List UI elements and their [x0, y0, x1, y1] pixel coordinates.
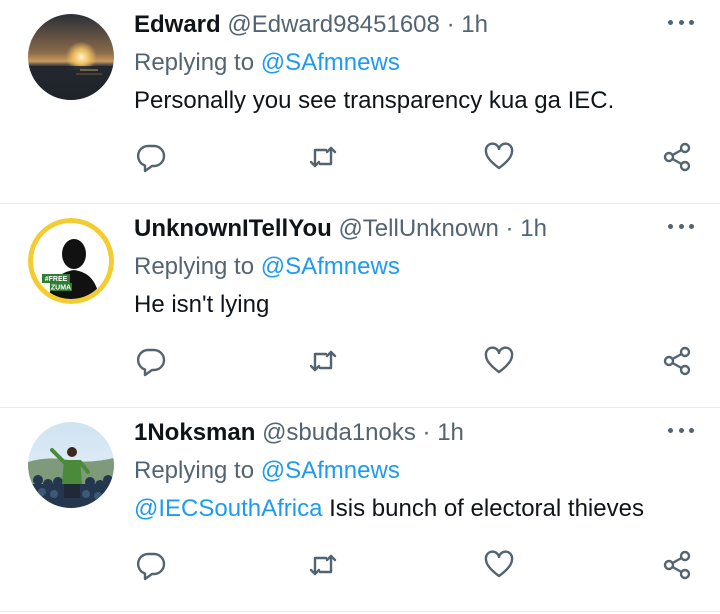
replying-to: Replying to @SAfmnews [134, 252, 700, 282]
user-handle[interactable]: @Edward98451608 [227, 11, 440, 38]
reply-bubble-icon[interactable] [134, 344, 168, 378]
text-body: Isis bunch of electoral thieves [322, 495, 644, 522]
tweet-reply-1[interactable]: Edward @Edward98451608 · 1h Replying to … [0, 0, 720, 204]
tweet-text: He isn't lying [134, 290, 700, 320]
tweet-content: UnknownITellYou @TellUnknown · 1h Replyi… [134, 214, 700, 320]
heart-icon[interactable] [482, 548, 516, 582]
separator-dot: · [422, 419, 431, 446]
retweet-icon[interactable] [306, 548, 340, 582]
tweet-text: @IECSouthAfrica Isis bunch of electoral … [134, 494, 700, 524]
tweet-header: Edward @Edward98451608 · 1h [134, 10, 700, 40]
more-horizontal-icon[interactable] [668, 20, 694, 28]
heart-icon[interactable] [482, 344, 516, 378]
text-mention[interactable]: @IECSouthAfrica [134, 495, 322, 522]
tweet-reply-3[interactable]: 1Noksman @sbuda1noks · 1h Replying to @S… [0, 408, 720, 612]
more-horizontal-icon[interactable] [668, 224, 694, 232]
replying-to-mention[interactable]: @SAfmnews [261, 457, 400, 484]
separator-dot: · [446, 11, 455, 38]
tweet-content: Edward @Edward98451608 · 1h Replying to … [134, 10, 700, 116]
replying-to-mention[interactable]: @SAfmnews [261, 49, 400, 76]
avatar[interactable] [28, 422, 114, 508]
tweet-actions [134, 548, 694, 584]
display-name[interactable]: Edward [134, 11, 221, 38]
share-icon[interactable] [660, 548, 694, 582]
avatar[interactable]: #FREE ZUMA [28, 218, 114, 304]
badge-line-1: #FREE [45, 276, 68, 283]
user-handle[interactable]: @sbuda1noks [262, 419, 416, 446]
timestamp[interactable]: 1h [461, 11, 488, 38]
share-icon[interactable] [660, 344, 694, 378]
heart-icon[interactable] [482, 140, 516, 174]
display-name[interactable]: 1Noksman [134, 419, 255, 446]
replying-to-label: Replying to [134, 253, 261, 280]
sunset-ocean-avatar-image [28, 14, 114, 100]
text-body: Personally you see transparency kua ga I… [134, 87, 615, 114]
replying-to-mention[interactable]: @SAfmnews [261, 253, 400, 280]
share-icon[interactable] [660, 140, 694, 174]
silhouette-free-zuma-avatar-image: #FREE ZUMA [28, 218, 114, 304]
text-body: He isn't lying [134, 291, 270, 318]
replying-to-label: Replying to [134, 49, 261, 76]
crowd-rally-avatar-image [28, 422, 114, 508]
tweet-header: UnknownITellYou @TellUnknown · 1h [134, 214, 700, 244]
tweet-text: Personally you see transparency kua ga I… [134, 86, 700, 116]
replying-to: Replying to @SAfmnews [134, 456, 700, 486]
retweet-icon[interactable] [306, 140, 340, 174]
separator-dot: · [505, 215, 514, 242]
reply-bubble-icon[interactable] [134, 548, 168, 582]
timestamp[interactable]: 1h [520, 215, 547, 242]
timestamp[interactable]: 1h [437, 419, 464, 446]
tweet-actions [134, 344, 694, 380]
more-horizontal-icon[interactable] [668, 428, 694, 436]
replying-to: Replying to @SAfmnews [134, 48, 700, 78]
retweet-icon[interactable] [306, 344, 340, 378]
replying-to-label: Replying to [134, 457, 261, 484]
tweet-reply-2[interactable]: #FREE ZUMA UnknownITellYou @TellUnknown … [0, 204, 720, 408]
tweet-content: 1Noksman @sbuda1noks · 1h Replying to @S… [134, 418, 700, 524]
user-handle[interactable]: @TellUnknown [338, 215, 498, 242]
reply-bubble-icon[interactable] [134, 140, 168, 174]
avatar[interactable] [28, 14, 114, 100]
tweet-actions [134, 140, 694, 176]
badge-line-2: ZUMA [51, 285, 71, 292]
tweet-header: 1Noksman @sbuda1noks · 1h [134, 418, 700, 448]
display-name[interactable]: UnknownITellYou [134, 215, 332, 242]
